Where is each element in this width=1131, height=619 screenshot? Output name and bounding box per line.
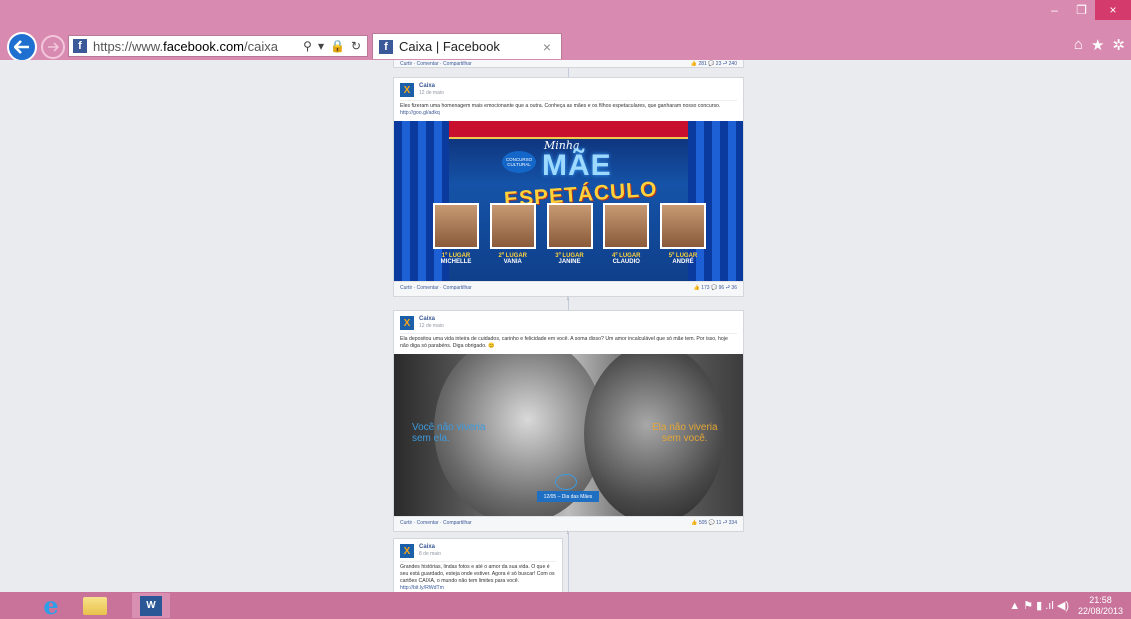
facebook-favicon-icon: f	[379, 39, 393, 54]
taskbar-word[interactable]: W	[132, 593, 170, 618]
post-header: X Caixa 12 de maio	[394, 311, 743, 333]
post-text: Eles fizeram uma homenagem mais emociona…	[400, 100, 737, 121]
taskbar-internet-explorer[interactable]: e	[32, 591, 70, 619]
finalist: 1º LUGAR MICHELLE	[432, 203, 480, 265]
refresh-icon[interactable]: ↻	[351, 39, 361, 53]
caixa-logo-icon[interactable]: X	[400, 83, 414, 97]
taskbar-clock[interactable]: 21:58 22/08/2013	[1078, 595, 1123, 617]
tab-caixa-facebook[interactable]: f Caixa | Facebook ×	[372, 33, 562, 59]
post-header: X Caixa 12 de maio	[394, 78, 743, 100]
close-window-button[interactable]: ×	[1095, 0, 1131, 20]
lock-icon[interactable]: 🔒	[330, 39, 345, 53]
previous-post-footer: Curtir · Comentar · Compartilhar 👍 281 💬…	[393, 60, 744, 68]
clock-time: 21:58	[1089, 595, 1112, 605]
word-icon: W	[140, 595, 162, 616]
caixa-logo-icon[interactable]: X	[400, 544, 414, 558]
browser-chrome: f https://www.facebook.com/caixa ⚲ ▾ 🔒 ↻…	[0, 0, 1131, 62]
settings-gear-icon[interactable]: ✲	[1112, 36, 1125, 54]
browser-toolbar-icons: ⌂ ★ ✲	[1074, 36, 1125, 54]
home-icon[interactable]: ⌂	[1074, 36, 1083, 54]
arrow-left-icon	[14, 40, 29, 54]
finalist-photo	[433, 203, 479, 249]
clock-date: 22/08/2013	[1077, 606, 1123, 616]
finalist-photo	[546, 203, 593, 249]
post-text: Grandes histórias, lindas fotos e até o …	[400, 561, 556, 592]
post-date[interactable]: 12 de maio	[419, 90, 444, 97]
address-bar-icons: ⚲ ▾ 🔒 ↻	[303, 39, 367, 53]
post-image-mothers-day[interactable]: Você não viveria sem ela. Ela não viveri…	[394, 354, 743, 516]
post-stats[interactable]: 👍 505 💬 11 ⮐ 334	[691, 520, 737, 528]
caixa-logo-icon[interactable]: X	[400, 316, 414, 330]
window-controls: – ❐ ×	[1041, 0, 1131, 20]
post-author[interactable]: Caixa	[419, 83, 444, 90]
finalist: 4º LUGAR CLAUDIO	[602, 203, 650, 265]
finalist-name: ANDRÉ	[672, 259, 694, 265]
timeline-connector-icon: ↓	[566, 529, 570, 536]
image-title-line2: MÃE	[542, 149, 612, 182]
finalist: 5º LUGAR ANDRÉ	[659, 203, 707, 265]
back-button[interactable]	[7, 32, 37, 62]
post-text: Ela depositou uma vida inteira de cuidad…	[400, 333, 737, 354]
finalists-row: 1º LUGAR MICHELLE 2º LUGAR VANIA 3º LUGA…	[432, 203, 707, 265]
post-header: X Caixa 8 de maio	[394, 539, 562, 561]
post-card: X Caixa 12 de maio Eles fizeram uma home…	[393, 77, 744, 297]
contest-badge: CONCURSO CULTURAL	[502, 151, 536, 173]
finalist-name: MICHELLE	[440, 259, 472, 265]
finalist-name: JANINE	[558, 259, 581, 265]
restore-button[interactable]: ❐	[1068, 0, 1095, 20]
post-card: X Caixa 12 de maio Ela depositou uma vid…	[393, 310, 744, 532]
timeline-connector-icon: ↓	[566, 295, 570, 302]
caixa-ribbon-logo-icon	[555, 474, 577, 490]
facebook-favicon-icon: f	[73, 39, 87, 53]
post-author[interactable]: Caixa	[419, 316, 444, 323]
folder-icon	[83, 596, 107, 615]
forward-button[interactable]	[41, 35, 65, 59]
search-icon[interactable]: ⚲	[303, 39, 312, 53]
finalist-name: CLAUDIO	[612, 259, 640, 265]
post-date[interactable]: 8 de maio	[419, 551, 441, 558]
finalist-photo	[660, 203, 706, 249]
dropdown-arrow-icon[interactable]: ▾	[318, 39, 324, 53]
post-action-links[interactable]: Curtir · Comentar · Compartilhar	[400, 285, 472, 293]
system-tray[interactable]: ▲ ⚑ ▮ .ıl ◀)	[1009, 599, 1069, 612]
post-link[interactable]: http://goo.gl/adkq	[400, 110, 737, 117]
windows-taskbar: e W ▲ ⚑ ▮ .ıl ◀) 21:58 22/08/2013	[0, 591, 1131, 619]
finalist: 3º LUGAR JANINE	[546, 203, 594, 265]
post-stats[interactable]: 👍 281 💬 23 ⮐ 240	[691, 61, 737, 67]
internet-explorer-icon: e	[43, 591, 59, 619]
post-card: X Caixa 8 de maio Grandes histórias, lin…	[393, 538, 563, 592]
post-stats[interactable]: 👍 173 💬 96 ⮐ 36	[694, 285, 737, 293]
post-author[interactable]: Caixa	[419, 544, 441, 551]
minimize-button[interactable]: –	[1041, 0, 1068, 20]
post-image-contest[interactable]: CONCURSO CULTURAL Minha MÃE ESPETÁCULO 1…	[394, 121, 743, 281]
finalist-photo	[603, 203, 650, 249]
post-link[interactable]: http://bit.ly/RWdTm	[400, 585, 556, 592]
address-bar[interactable]: f https://www.facebook.com/caixa ⚲ ▾ 🔒 ↻	[68, 35, 368, 57]
slogan-left: Você não viveria sem ela.	[412, 422, 486, 444]
slogan-right: Ela não viveria sem você.	[652, 422, 718, 444]
post-date[interactable]: 12 de maio	[419, 323, 444, 330]
favorites-star-icon[interactable]: ★	[1091, 36, 1104, 54]
tab-close-icon[interactable]: ×	[543, 39, 551, 55]
finalist-photo	[489, 203, 536, 249]
arrow-right-icon	[48, 42, 59, 52]
post-action-links[interactable]: Curtir · Comentar · Compartilhar	[400, 520, 472, 528]
date-ribbon: 12/05 – Dia das Mães	[537, 491, 599, 502]
finalist-name: VANIA	[503, 259, 522, 265]
tab-title: Caixa | Facebook	[399, 39, 500, 54]
post-action-links[interactable]: Curtir · Comentar · Compartilhar	[400, 61, 472, 67]
post-footer: Curtir · Comentar · Compartilhar 👍 173 💬…	[394, 281, 743, 296]
finalist: 2º LUGAR VANIA	[489, 203, 537, 265]
facebook-page[interactable]: Curtir · Comentar · Compartilhar 👍 281 💬…	[0, 60, 1131, 592]
url-text: https://www.facebook.com/caixa	[93, 38, 278, 54]
taskbar-file-explorer[interactable]	[76, 593, 114, 618]
